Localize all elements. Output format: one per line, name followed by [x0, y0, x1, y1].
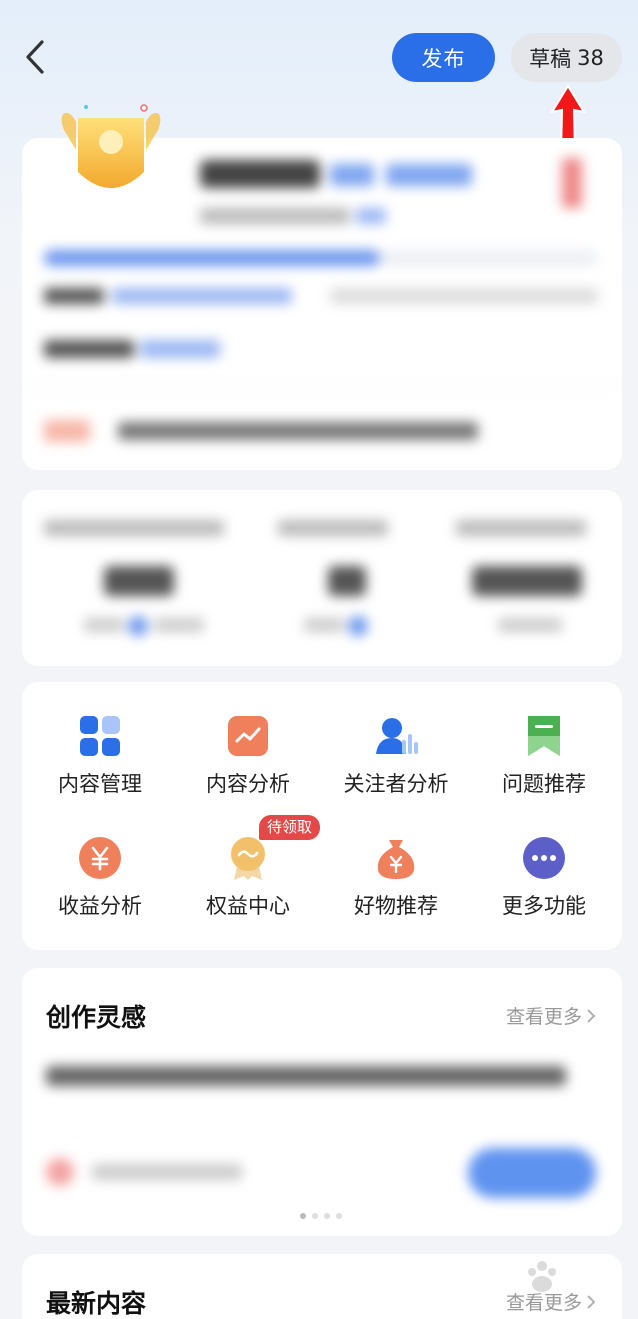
- drafts-button[interactable]: 草稿 38: [511, 33, 622, 82]
- func-product-recommend[interactable]: 好物推荐: [326, 836, 466, 920]
- chevron-left-icon: [26, 40, 44, 74]
- grid-apps-icon: [78, 714, 122, 758]
- func-label: 更多功能: [502, 894, 586, 918]
- func-more-features[interactable]: 更多功能: [474, 836, 614, 920]
- func-label: 内容分析: [206, 772, 290, 796]
- func-content-analysis[interactable]: 内容分析: [178, 714, 318, 798]
- func-label: 收益分析: [58, 894, 142, 918]
- func-revenue-analysis[interactable]: 收益分析: [30, 836, 170, 920]
- func-label: 好物推荐: [354, 894, 438, 918]
- money-bag-icon: [374, 836, 418, 880]
- func-label: 关注者分析: [343, 772, 449, 796]
- back-button[interactable]: [20, 36, 56, 80]
- carousel-dots[interactable]: [300, 1213, 342, 1219]
- blurred-stats-content: [22, 490, 622, 666]
- watermark-logo: [528, 1261, 556, 1292]
- drafts-label: 草稿: [529, 46, 572, 71]
- func-label: 内容管理: [58, 772, 142, 796]
- yuan-coin-icon: [78, 836, 122, 880]
- trend-chart-icon: [226, 714, 270, 758]
- stats-card: [22, 490, 622, 666]
- func-question-recommend[interactable]: 问题推荐: [474, 714, 614, 798]
- func-label: 权益中心: [206, 894, 290, 918]
- drafts-count: 38: [577, 45, 604, 70]
- bookmark-flag-icon: [522, 714, 566, 758]
- publish-button[interactable]: 发布: [392, 33, 495, 82]
- pending-claim-badge: 待领取: [259, 815, 321, 840]
- func-follower-analysis[interactable]: 关注者分析: [326, 714, 466, 798]
- inspiration-card: 创作灵感 查看更多: [22, 968, 622, 1236]
- blurred-inspiration-content: [22, 968, 622, 1236]
- follower-chart-icon: [374, 714, 418, 758]
- medal-icon: [226, 836, 270, 880]
- level-badge-icon: [61, 104, 161, 188]
- more-dots-icon: [522, 836, 566, 880]
- func-label: 问题推荐: [502, 772, 586, 796]
- func-content-management[interactable]: 内容管理: [30, 714, 170, 798]
- latest-title: 最新内容: [46, 1289, 147, 1318]
- func-benefits-center[interactable]: 权益中心: [178, 836, 318, 920]
